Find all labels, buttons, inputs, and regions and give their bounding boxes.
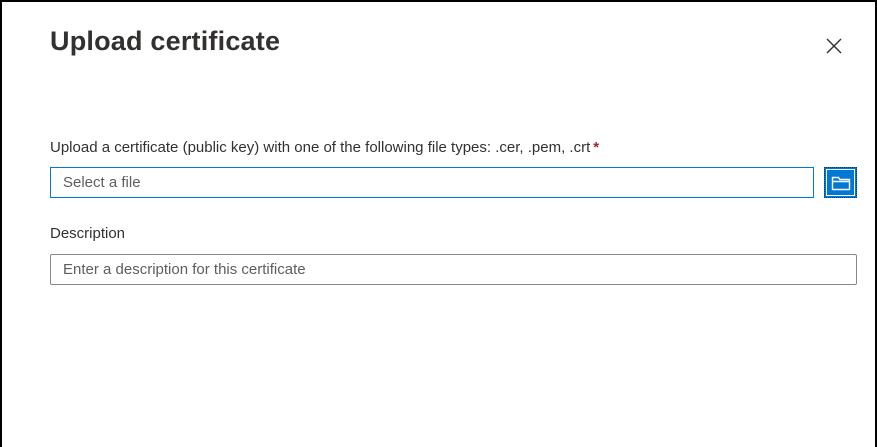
dialog-frame: Upload certificate Upload a certificate … xyxy=(0,0,877,447)
description-input[interactable] xyxy=(50,254,857,285)
dialog-title: Upload certificate xyxy=(50,26,281,56)
description-field-label: Description xyxy=(50,225,126,242)
required-marker: * xyxy=(593,139,600,156)
close-button[interactable] xyxy=(824,36,844,56)
file-field-label-text: Upload a certificate (public key) with o… xyxy=(50,139,591,156)
close-icon xyxy=(826,38,842,54)
file-field-label: Upload a certificate (public key) with o… xyxy=(50,139,599,156)
browse-file-button[interactable] xyxy=(824,167,857,198)
upload-certificate-panel: Upload certificate Upload a certificate … xyxy=(2,2,875,447)
select-file-input[interactable] xyxy=(50,167,814,198)
folder-icon xyxy=(831,176,850,190)
